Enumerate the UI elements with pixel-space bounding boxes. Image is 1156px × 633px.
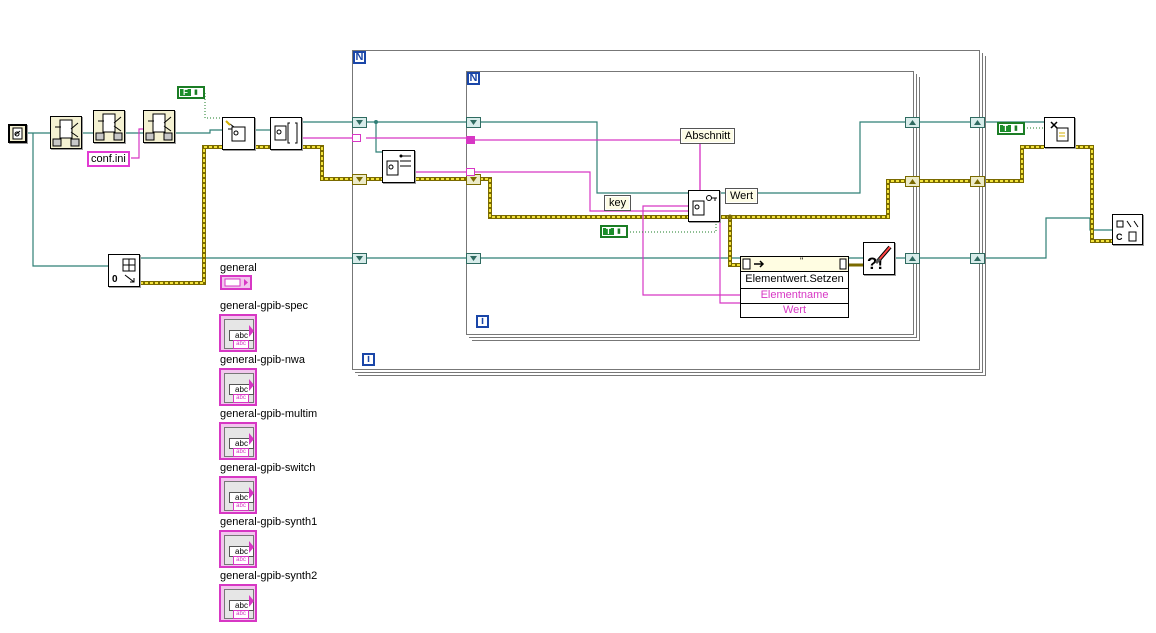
open-config-data-icon[interactable]	[222, 117, 255, 150]
string-control-label: general-gpib-multim	[220, 408, 318, 420]
string-control-label: general-gpib-nwa	[220, 354, 305, 366]
close-config-data-icon[interactable]	[1044, 117, 1075, 148]
invoke-method-name[interactable]: Elementwert.Setzen	[741, 273, 848, 287]
string-sub-glyph: abc	[233, 340, 249, 349]
close-reference-icon[interactable]: C	[1112, 214, 1143, 245]
terminal-arrow-icon	[249, 541, 254, 553]
terminal-arrow-icon	[249, 325, 254, 337]
string-control-terminal[interactable]: abc abc	[219, 422, 257, 460]
config-file-constant[interactable]: conf.ini	[87, 151, 130, 167]
string-control-terminal[interactable]: abc abc	[219, 314, 257, 352]
value-label-wert[interactable]: Wert	[724, 188, 759, 204]
invoke-node-header: "	[741, 256, 848, 272]
path-function-icon-2[interactable]	[93, 110, 125, 143]
string-control-terminal[interactable]: abc abc	[219, 368, 257, 406]
shift-register-error-right[interactable]	[970, 176, 985, 187]
terminal-arrow-icon	[249, 379, 254, 391]
panel-refnum-node-icon[interactable]: 0	[108, 254, 140, 287]
string-control-terminal[interactable]: abc abc	[219, 476, 257, 514]
string-sub-glyph: abc	[233, 610, 249, 619]
terminal-arrow-icon	[249, 433, 254, 445]
invoke-param-elementname[interactable]: Elementname	[741, 288, 848, 303]
inner-tunnel-panel-refnum-left[interactable]	[466, 253, 481, 264]
string-control-label: general-gpib-spec	[220, 300, 309, 312]
inner-shift-register-refnum-left[interactable]	[466, 117, 481, 128]
terminal-arrow-icon	[249, 595, 254, 607]
bool-constant-true-outer[interactable]: T ▮	[997, 122, 1025, 135]
svg-text:0: 0	[112, 274, 118, 285]
cluster-terminal-general[interactable]	[220, 275, 252, 290]
path-function-icon-1[interactable]	[50, 116, 82, 149]
shift-register-refnum-right[interactable]	[970, 117, 985, 128]
string-sub-glyph: abc	[233, 394, 249, 403]
tunnel-panel-refnum-left[interactable]	[352, 253, 367, 264]
string-control-label: general-gpib-switch	[220, 462, 316, 474]
inner-loop-iteration-terminal[interactable]: i	[476, 315, 489, 328]
invoke-header-glyph: "	[800, 256, 804, 266]
string-sub-glyph: abc	[233, 502, 249, 511]
inner-loop-count-terminal[interactable]: N	[467, 72, 480, 85]
outer-loop-iteration-terminal[interactable]: i	[362, 353, 375, 366]
inner-shift-register-error-right[interactable]	[905, 176, 920, 187]
bool-switch-icon: ▮	[1014, 125, 1018, 132]
bool-false-glyph: F	[180, 89, 191, 97]
bool-switch-icon: ▮	[617, 228, 621, 235]
string-control-label: general-gpib-synth2	[220, 570, 318, 582]
tunnel-panel-refnum-right[interactable]	[970, 253, 985, 264]
bool-true-glyph: T	[603, 228, 614, 236]
indexing-tunnel-sections[interactable]	[352, 134, 361, 142]
inner-indexing-tunnel-keys[interactable]	[466, 168, 475, 176]
bool-constant-true-inner[interactable]: T ▮	[600, 225, 628, 238]
terminal-arrow-icon	[249, 487, 254, 499]
invoke-node-set-control-value[interactable]: " Elementwert.Setzen Elementname Wert	[740, 256, 849, 318]
shift-register-refnum-left[interactable]	[352, 117, 367, 128]
get-key-names-icon[interactable]	[382, 150, 415, 183]
inner-shift-register-refnum-right[interactable]	[905, 117, 920, 128]
key-label[interactable]: key	[603, 195, 632, 211]
block-diagram: N i N i conf.ini F ▮ 0 Abschnitt key Wer…	[0, 0, 1156, 633]
bool-true-glyph: T	[1000, 125, 1011, 133]
get-section-names-icon[interactable]	[270, 117, 302, 150]
svg-text:C: C	[1116, 232, 1123, 242]
cluster-label-general: general	[220, 262, 257, 274]
string-sub-glyph: abc	[233, 556, 249, 565]
outer-loop-count-terminal[interactable]: N	[353, 51, 366, 64]
bool-constant-false[interactable]: F ▮	[177, 86, 205, 99]
inner-tunnel-panel-refnum-right[interactable]	[905, 253, 920, 264]
string-control-terminal[interactable]: abc abc	[219, 530, 257, 568]
invoke-param-wert[interactable]: Wert	[741, 303, 848, 318]
string-control-label: general-gpib-synth1	[220, 516, 318, 528]
bool-switch-icon: ▮	[194, 89, 198, 96]
build-path-icon[interactable]	[143, 110, 175, 143]
string-sub-glyph: abc	[233, 448, 249, 457]
shift-register-error-left[interactable]	[352, 174, 367, 185]
inner-tunnel-section-string[interactable]	[466, 136, 475, 144]
simple-error-handler-icon[interactable]: ?!	[863, 242, 895, 275]
this-vi-reference-icon[interactable]	[8, 124, 27, 143]
string-control-terminal[interactable]: abc abc	[219, 584, 257, 622]
section-label-abschnitt[interactable]: Abschnitt	[679, 128, 736, 144]
read-key-icon[interactable]	[688, 190, 720, 222]
